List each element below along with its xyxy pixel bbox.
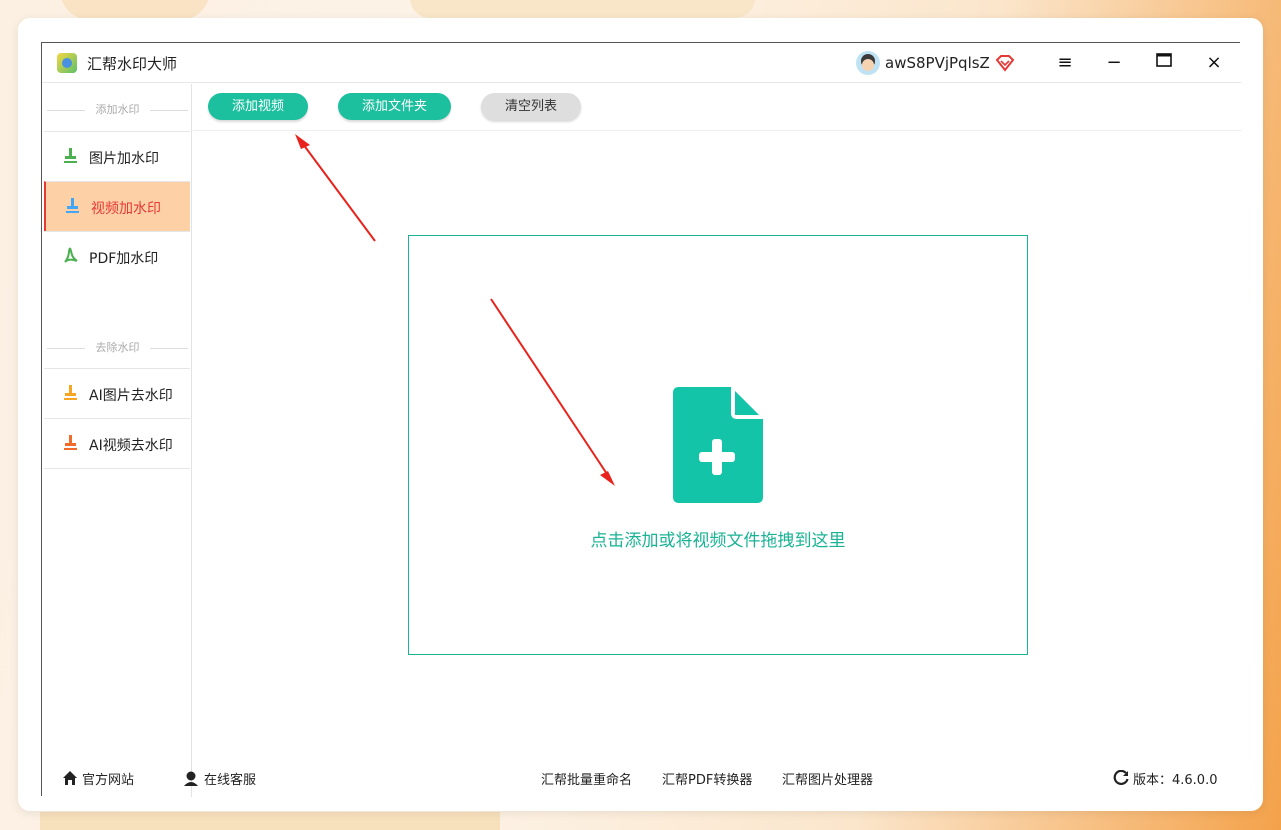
footer: 官方网站 在线客服 汇帮批量重命名 汇帮PDF转换器 汇帮图片处理器 版本：4.… — [42, 759, 1241, 797]
close-button[interactable]: × — [1202, 51, 1226, 75]
toolbar: 添加视频 添加文件夹 清空列表 — [193, 84, 1241, 131]
image-processor-link[interactable]: 汇帮图片处理器 — [782, 769, 873, 788]
vip-diamond-icon[interactable] — [995, 53, 1015, 73]
official-website-link[interactable]: 官方网站 — [82, 769, 134, 788]
stamp-icon — [64, 385, 77, 400]
background-shape — [40, 812, 500, 830]
file-drop-zone[interactable]: 点击添加或将视频文件拖拽到这里 — [408, 235, 1028, 655]
pdf-converter-link[interactable]: 汇帮PDF转换器 — [662, 769, 752, 788]
stamp-icon — [64, 435, 77, 450]
clear-list-button[interactable]: 清空列表 — [481, 93, 581, 120]
version-label: 版本：4.6.0.0 — [1133, 773, 1218, 788]
section-header-add: 添加水印 — [47, 100, 188, 120]
sidebar-item-label: 视频加水印 — [91, 201, 161, 217]
annotation-arrowhead — [295, 134, 310, 149]
annotation-arrow-line — [299, 139, 376, 242]
online-support-link[interactable]: 在线客服 — [204, 769, 256, 788]
stamp-icon — [64, 148, 77, 163]
stamp-icon — [66, 198, 79, 213]
background-shape — [60, 0, 210, 20]
title-bar[interactable]: 汇帮水印大师 awS8PVjPqlsZ ≡ − × — [42, 43, 1241, 83]
sidebar-item-label: PDF加水印 — [89, 251, 159, 267]
minimize-button[interactable]: − — [1102, 51, 1126, 75]
user-avatar[interactable] — [856, 51, 880, 75]
sidebar-item-ai-video-remove[interactable]: AI视频去水印 — [44, 418, 190, 468]
app-logo-icon — [57, 53, 77, 73]
pdf-icon — [64, 247, 78, 263]
section-header-remove: 去除水印 — [47, 338, 188, 358]
sidebar: 添加水印 图片加水印 视频加水印 PDF加水印 去除水印 AI图片去水印 AI视… — [42, 84, 192, 797]
home-icon — [63, 771, 77, 785]
background-shape — [410, 0, 755, 18]
menu-icon[interactable]: ≡ — [1053, 51, 1077, 75]
add-file-icon — [673, 387, 763, 503]
sidebar-item-ai-image-remove[interactable]: AI图片去水印 — [44, 368, 190, 418]
support-agent-icon — [184, 771, 198, 786]
drop-zone-hint: 点击添加或将视频文件拖拽到这里 — [590, 531, 846, 551]
sidebar-item-label: 图片加水印 — [89, 151, 159, 167]
app-title: 汇帮水印大师 — [87, 55, 178, 73]
refresh-icon[interactable] — [1113, 770, 1129, 786]
app-window: 汇帮水印大师 awS8PVjPqlsZ ≡ − × 添加水印 图片加水印 视频加… — [41, 42, 1241, 797]
sidebar-item-video-watermark[interactable]: 视频加水印 — [44, 181, 190, 231]
username[interactable]: awS8PVjPqlsZ — [885, 54, 990, 72]
maximize-button[interactable] — [1152, 51, 1176, 75]
divider — [44, 468, 190, 469]
add-video-button[interactable]: 添加视频 — [208, 93, 308, 120]
sidebar-item-image-watermark[interactable]: 图片加水印 — [44, 131, 190, 181]
sidebar-item-pdf-watermark[interactable]: PDF加水印 — [44, 231, 190, 281]
batch-rename-link[interactable]: 汇帮批量重命名 — [541, 769, 632, 788]
sidebar-item-label: AI图片去水印 — [89, 388, 173, 404]
maximize-icon — [1156, 53, 1172, 67]
add-folder-button[interactable]: 添加文件夹 — [338, 93, 451, 120]
sidebar-item-label: AI视频去水印 — [89, 438, 173, 454]
